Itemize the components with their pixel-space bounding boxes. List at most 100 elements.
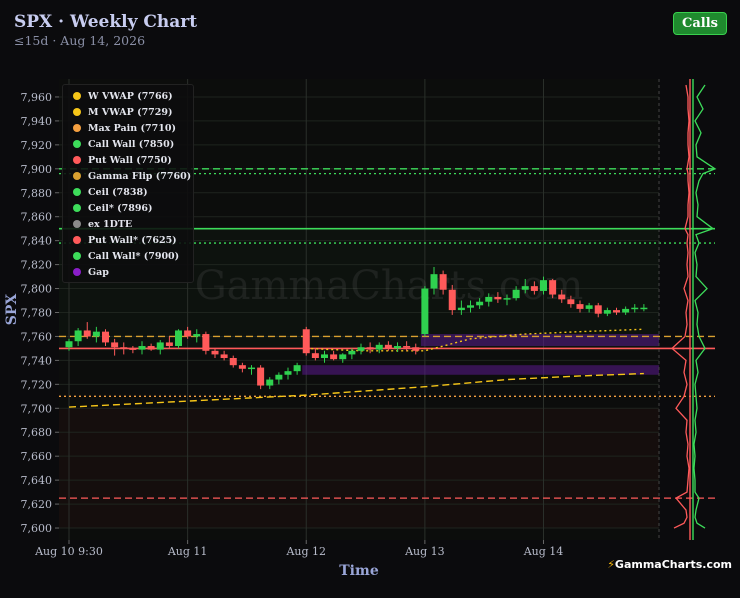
brand-logo[interactable]: ⚡GammaCharts.com	[607, 558, 732, 571]
x-tick-label: Aug 12	[285, 545, 326, 558]
y-tick-label: 7,880	[21, 187, 53, 200]
legend-item[interactable]: Call Wall (7850)	[63, 136, 193, 152]
legend-swatch	[73, 156, 81, 164]
candle-body	[394, 346, 401, 349]
candle-body	[476, 301, 484, 306]
legend-label: Put Wall (7750)	[88, 154, 172, 166]
legend-swatch	[73, 236, 81, 244]
candle-body	[631, 307, 639, 310]
chart-legend: W VWAP (7766) M VWAP (7729) Max Pain (7710…	[62, 84, 194, 283]
candle-body	[83, 330, 91, 337]
legend-item[interactable]: Gamma Flip (7760)	[63, 168, 193, 184]
legend-swatch	[73, 204, 81, 212]
legend-label: Gap	[88, 266, 109, 278]
candle-body	[330, 354, 338, 360]
candle-body	[321, 354, 328, 358]
legend-item[interactable]: Put Wall (7750)	[63, 152, 193, 168]
y-tick-label: 7,940	[21, 115, 53, 128]
y-axis-label: SPX	[4, 294, 20, 326]
legend-swatch	[73, 108, 81, 116]
y-tick-label: 7,640	[21, 474, 53, 487]
legend-label: Max Pain (7710)	[88, 122, 176, 134]
legend-item[interactable]: ex 1DTE	[63, 216, 193, 232]
legend-item[interactable]: Max Pain (7710)	[63, 120, 193, 136]
candle-body	[384, 344, 392, 349]
call-gex-profile	[693, 84, 717, 529]
legend-swatch	[73, 252, 81, 260]
legend-swatch	[73, 172, 81, 180]
legend-swatch	[73, 140, 81, 148]
candle-body	[202, 334, 210, 351]
legend-item[interactable]: M VWAP (7729)	[63, 104, 193, 120]
legend-label: Call Wall* (7900)	[88, 250, 180, 262]
legend-label: M VWAP (7729)	[88, 106, 173, 118]
candle-body	[193, 334, 201, 337]
y-tick-label: 7,720	[21, 378, 53, 391]
candle-body	[567, 299, 575, 305]
candle-body	[129, 348, 137, 350]
candle-body	[311, 353, 319, 358]
candle-body	[275, 374, 283, 380]
candle-body	[147, 346, 155, 350]
candle-body	[603, 310, 611, 314]
legend-swatch	[73, 124, 81, 132]
legend-item[interactable]: Gap	[63, 264, 193, 280]
candle-body	[175, 330, 182, 347]
legend-item[interactable]: Call Wall* (7900)	[63, 248, 193, 264]
candle-body	[156, 342, 164, 350]
legend-label: Put Wall* (7625)	[88, 234, 177, 246]
candle-body	[412, 347, 420, 351]
candle-body	[302, 329, 310, 354]
x-tick-label: Aug 10 9:30	[34, 545, 103, 558]
y-tick-label: 7,920	[21, 139, 53, 152]
candle-body	[640, 307, 648, 310]
legend-swatch	[73, 268, 81, 276]
candle-body	[111, 342, 119, 348]
candle-body	[467, 305, 474, 308]
put-gex-profile	[671, 84, 690, 529]
legend-item[interactable]: Ceil (7838)	[63, 184, 193, 200]
legend-item[interactable]: W VWAP (7766)	[63, 88, 193, 104]
x-tick-label: Aug 13	[404, 545, 445, 558]
candle-body	[521, 286, 529, 290]
legend-swatch	[73, 92, 81, 100]
legend-item[interactable]: Ceil* (7896)	[63, 200, 193, 216]
candle-body	[211, 350, 219, 355]
candle-body	[165, 342, 173, 347]
y-tick-label: 7,760	[21, 330, 53, 343]
y-tick-label: 7,960	[21, 91, 53, 104]
candle-body	[375, 344, 383, 350]
legend-label: Ceil (7838)	[88, 186, 148, 198]
y-tick-label: 7,840	[21, 235, 53, 248]
candle-body	[357, 347, 365, 351]
candle-body	[485, 296, 493, 302]
x-tick-label: Aug 11	[167, 545, 208, 558]
y-tick-label: 7,860	[21, 211, 53, 224]
candle-body	[220, 354, 228, 358]
y-tick-label: 7,900	[21, 163, 53, 176]
candle-body	[457, 307, 465, 311]
y-tick-label: 7,780	[21, 306, 53, 319]
candle-body	[540, 280, 547, 291]
candle-body	[530, 286, 538, 291]
candle-body	[448, 289, 456, 311]
candle-body	[403, 346, 411, 348]
candle-body	[138, 346, 146, 350]
candle-body	[585, 305, 593, 309]
candle-body	[622, 308, 630, 313]
legend-label: Ceil* (7896)	[88, 202, 153, 214]
candle-body	[184, 330, 192, 337]
candle-body	[339, 354, 347, 360]
candle-body	[257, 367, 265, 386]
legend-item[interactable]: Put Wall* (7625)	[63, 232, 193, 248]
y-tick-label: 7,740	[21, 354, 53, 367]
legend-label: W VWAP (7766)	[88, 90, 173, 102]
candle-body	[439, 274, 447, 290]
candle-body	[293, 365, 301, 372]
candle-body	[120, 347, 128, 349]
y-tick-label: 7,800	[21, 283, 53, 296]
y-tick-label: 7,660	[21, 450, 53, 463]
legend-label: ex 1DTE	[88, 218, 133, 230]
candle-body	[266, 379, 274, 386]
legend-label: Gamma Flip (7760)	[88, 170, 192, 182]
